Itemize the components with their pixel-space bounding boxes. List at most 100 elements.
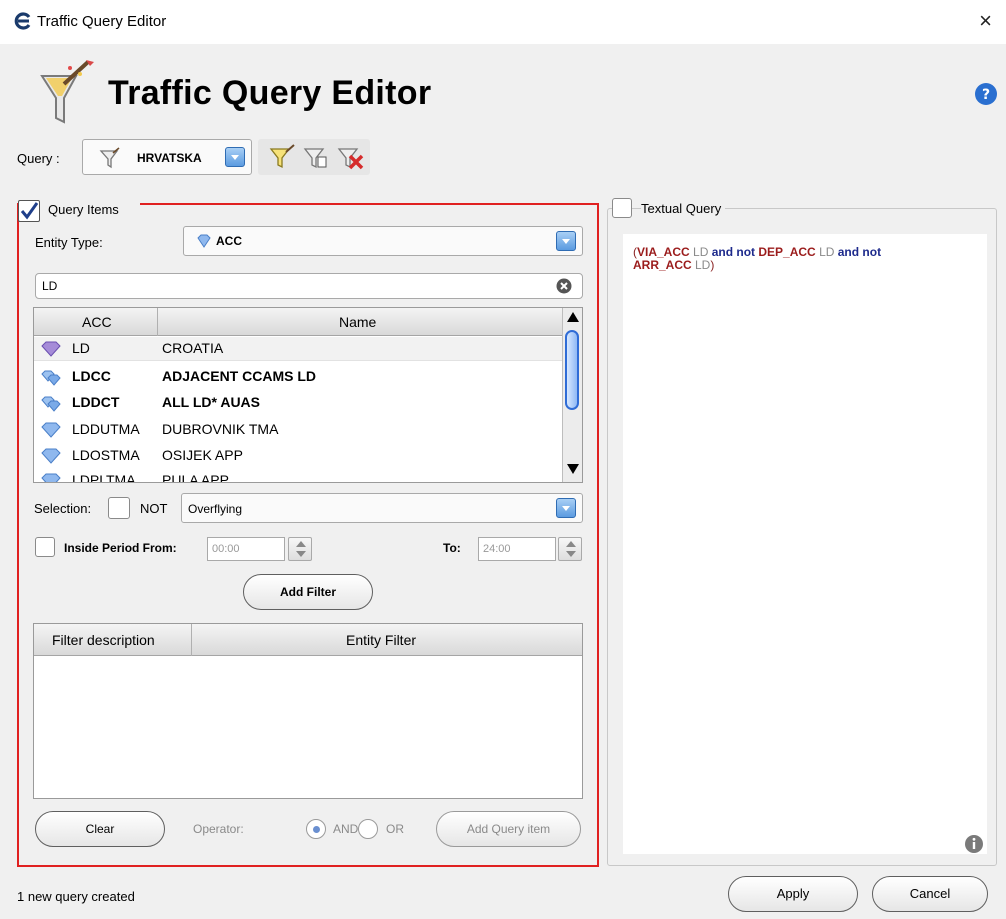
help-icon[interactable]: ? (974, 82, 998, 106)
info-icon[interactable] (964, 834, 984, 854)
search-input[interactable] (40, 277, 540, 295)
entity-type-label: Entity Type: (35, 235, 103, 250)
funnel-wand-icon (40, 60, 94, 124)
inside-period-label: Inside Period From: (64, 541, 177, 555)
or-radio[interactable] (358, 819, 378, 839)
textual-query-label: Textual Query (641, 201, 726, 216)
table-scrollbar[interactable] (562, 308, 582, 482)
scroll-down-icon[interactable] (567, 464, 579, 474)
chevron-down-icon[interactable] (225, 147, 245, 167)
cell-name: ALL LD* AUAS (162, 394, 260, 410)
textual-query-text: (VIA_ACC LD and not DEP_ACC LD and not A… (633, 246, 973, 272)
and-label: AND (333, 822, 359, 836)
selection-type-select[interactable]: Overflying (181, 493, 583, 523)
cancel-button[interactable]: Cancel (872, 876, 988, 912)
entity-type-value: ACC (216, 234, 242, 248)
operator-label: Operator: (193, 822, 244, 836)
edit-query-icon[interactable] (302, 143, 330, 171)
textual-query-checkbox[interactable] (612, 198, 632, 218)
cell-name: DUBROVNIK TMA (162, 421, 279, 437)
query-toolbar (258, 139, 370, 175)
title-bar: Traffic Query Editor × (0, 0, 1006, 44)
query-token: DEP_ACC (758, 245, 816, 259)
scroll-thumb[interactable] (565, 330, 579, 410)
cell-acc: LDCC (72, 368, 111, 384)
multi-gem-icon (41, 370, 61, 386)
column-header-acc[interactable]: ACC (34, 308, 158, 336)
from-time-input[interactable]: 00:00 (207, 537, 285, 561)
or-label: OR (386, 822, 404, 836)
to-label: To: (443, 541, 461, 555)
blue-gem-icon (197, 234, 211, 248)
cell-acc: LDDCT (72, 394, 120, 410)
checkmark-icon (20, 202, 39, 220)
selection-type-value: Overflying (188, 502, 243, 516)
query-items-frame-top (140, 203, 599, 205)
column-header-filter-description[interactable]: Filter description (34, 624, 192, 656)
scroll-up-icon[interactable] (567, 312, 579, 322)
multi-gem-icon (41, 396, 61, 412)
blue-gem-icon (41, 473, 61, 482)
query-token: LD (689, 245, 712, 259)
clear-search-icon[interactable] (556, 278, 572, 294)
to-time-input[interactable]: 24:00 (478, 537, 556, 561)
from-time-spinner[interactable] (288, 537, 312, 561)
query-items-checkbox[interactable] (18, 200, 40, 222)
new-query-icon[interactable] (268, 143, 296, 171)
cell-name: ADJACENT CCAMS LD (162, 368, 316, 384)
textual-query-area[interactable]: (VIA_ACC LD and not DEP_ACC LD and not A… (623, 234, 987, 854)
table-row[interactable]: LDCC ADJACENT CCAMS LD (34, 365, 562, 389)
status-text: 1 new query created (17, 889, 135, 904)
entity-type-select[interactable]: ACC (183, 226, 583, 256)
query-select-value: HRVATSKA (137, 151, 202, 165)
query-token: LD (691, 258, 711, 272)
add-query-item-button[interactable]: Add Query item (436, 811, 581, 847)
query-token: ARR_ACC (633, 258, 692, 272)
table-row[interactable]: LDOSTMA OSIJEK APP (34, 444, 562, 468)
query-label: Query : (17, 151, 60, 166)
inside-period-checkbox[interactable] (35, 537, 55, 557)
search-field[interactable] (35, 273, 583, 299)
page-title: Traffic Query Editor (108, 74, 432, 112)
cell-name: OSIJEK APP (162, 447, 243, 463)
window-title: Traffic Query Editor (37, 13, 167, 30)
delete-query-icon[interactable] (336, 143, 364, 171)
query-token: and not (837, 245, 882, 259)
entity-table-header: ACC Name (34, 308, 562, 336)
cell-acc: LD (72, 340, 90, 356)
cell-acc: LDOSTMA (72, 447, 140, 463)
cell-name: PULA APP (162, 472, 229, 483)
table-row[interactable]: LDDCT ALL LD* AUAS (34, 391, 562, 415)
purple-gem-icon (41, 341, 61, 357)
filter-table: Filter description Entity Filter (33, 623, 583, 799)
not-label: NOT (140, 501, 168, 516)
apply-button[interactable]: Apply (728, 876, 858, 912)
chevron-down-icon[interactable] (556, 231, 576, 251)
not-checkbox[interactable] (108, 497, 130, 519)
query-items-label: Query Items (48, 202, 119, 217)
query-token: and not (711, 245, 759, 259)
table-row[interactable]: LD CROATIA (34, 337, 562, 361)
close-icon[interactable]: × (979, 8, 992, 34)
filter-table-header: Filter description Entity Filter (34, 624, 582, 656)
app-logo-icon (14, 12, 31, 30)
cell-acc: LDDUTMA (72, 421, 140, 437)
chevron-down-icon[interactable] (556, 498, 576, 518)
add-filter-button[interactable]: Add Filter (243, 574, 373, 610)
entity-table: ACC Name LD CROATIA LDCC ADJACENT CCAMS … (33, 307, 583, 483)
query-token: ) (710, 258, 715, 272)
cell-acc: LDPLTMA (72, 472, 136, 483)
blue-gem-icon (41, 422, 61, 438)
table-row[interactable]: LDPLTMA PULA APP (34, 469, 562, 483)
query-select[interactable]: HRVATSKA (82, 139, 252, 175)
svg-text:?: ? (982, 87, 990, 103)
cell-name: CROATIA (162, 340, 224, 356)
table-row[interactable]: LDDUTMA DUBROVNIK TMA (34, 418, 562, 442)
query-token: LD (815, 245, 838, 259)
selection-label: Selection: (34, 501, 92, 516)
funnel-icon (99, 147, 120, 169)
clear-button[interactable]: Clear (35, 811, 165, 847)
query-token: VIA_ACC (637, 245, 690, 259)
and-radio[interactable] (306, 819, 326, 839)
to-time-spinner[interactable] (558, 537, 582, 561)
